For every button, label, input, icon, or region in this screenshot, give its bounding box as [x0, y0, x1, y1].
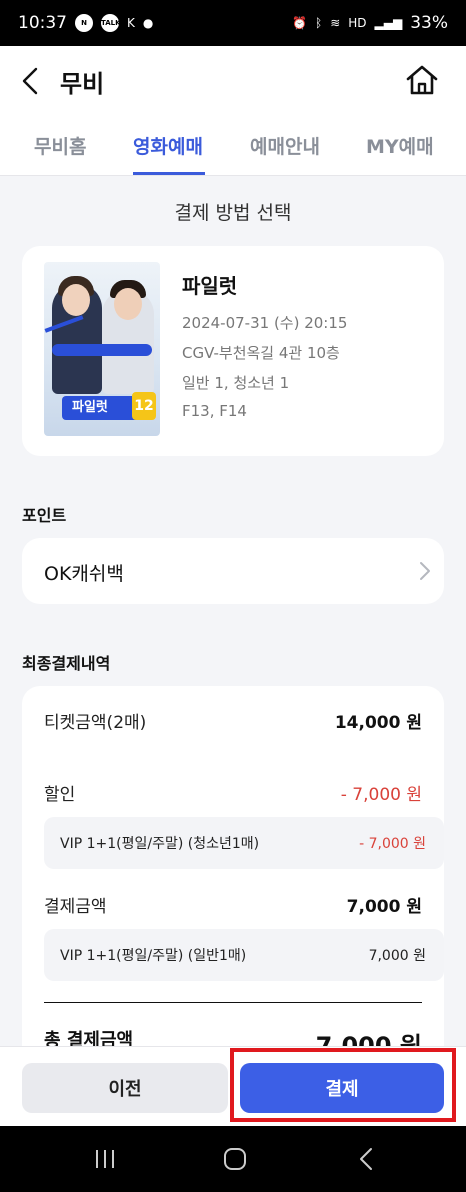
back-nav-icon[interactable] [352, 1146, 382, 1172]
ticket-amount-label: 티켓금액(2매) [44, 713, 147, 733]
pay-button-highlight [230, 1048, 456, 1122]
bluetooth-icon: ᛒ [314, 16, 323, 30]
status-time: 10:37 [18, 13, 67, 33]
discount-detail-value: - 7,000 원 [359, 836, 426, 852]
app-header: 무비 [0, 46, 466, 116]
poster-logo: 파일럿 [62, 396, 142, 420]
payment-summary-heading: 최종결제내역 [22, 654, 111, 673]
alarm-icon: ⏰ [292, 16, 307, 30]
hd-voice-icon: HD [348, 16, 367, 30]
tab-movie-booking[interactable]: 영화예매 [133, 132, 203, 159]
chevron-left-icon[interactable] [18, 66, 42, 96]
battery-percent: 33% [410, 13, 448, 33]
system-navigation-bar [0, 1126, 466, 1192]
home-icon[interactable] [404, 62, 440, 98]
movie-title: 파일럿 [182, 274, 238, 298]
active-tab-indicator [133, 172, 205, 175]
movie-audience: 일반 1, 청소년 1 [182, 374, 290, 392]
payment-summary-card: 티켓금액(2매) 14,000 원 할인 - 7,000 원 VIP 1+1(평… [22, 686, 444, 1086]
page-title: 결제 방법 선택 [174, 202, 292, 224]
dot-icon: ● [142, 16, 154, 30]
ok-cashbag-item[interactable]: OK캐쉬백 [22, 538, 444, 604]
talk-chip-icon: TALK [101, 14, 121, 32]
points-heading: 포인트 [22, 506, 67, 525]
movie-datetime: 2024-07-31 (수) 20:15 [182, 314, 348, 332]
wifi-icon: ≋ [330, 16, 341, 30]
chevron-right-icon [420, 562, 430, 580]
movie-theater: CGV-부천옥길 4관 10층 [182, 344, 340, 362]
payment-amount-value: 7,000 원 [346, 897, 422, 917]
ok-cashbag-label: OK캐쉬백 [44, 563, 124, 585]
page-header-title: 무비 [60, 70, 105, 98]
movie-info-card: 파일럿 12 파일럿 2024-07-31 (수) 20:15 CGV-부천옥길… [22, 246, 444, 456]
recent-apps-icon[interactable] [90, 1146, 120, 1172]
tab-booking-guide[interactable]: 예매안내 [250, 132, 320, 159]
summary-divider [44, 1002, 422, 1003]
payment-detail-value: 7,000 원 [368, 948, 426, 964]
ticket-amount-value: 14,000 원 [334, 713, 422, 733]
status-bar: 10:37 N TALK K ● ⏰ ᛒ ≋ HD ▂▄▆ 33% [0, 0, 466, 46]
discount-detail-label: VIP 1+1(평일/주말) (청소년1매) [60, 836, 260, 852]
payment-detail-label: VIP 1+1(평일/주말) (일반1매) [60, 948, 247, 964]
discount-label: 할인 [44, 785, 76, 805]
movie-poster: 파일럿 12 [44, 262, 160, 436]
k-icon: K [127, 16, 135, 30]
signal-icon: ▂▄▆ [374, 16, 403, 30]
tab-movie-home[interactable]: 무비홈 [34, 132, 86, 159]
payment-amount-row: 결제금액 7,000 원 [44, 892, 422, 917]
home-nav-icon[interactable] [220, 1146, 250, 1172]
ticket-amount-row: 티켓금액(2매) 14,000 원 [44, 708, 422, 733]
notification-chip-icon: N [75, 14, 93, 32]
discount-row: 할인 - 7,000 원 [44, 780, 422, 805]
previous-button[interactable]: 이전 [22, 1063, 228, 1113]
age-rating-badge: 12 [132, 392, 156, 420]
tab-bar: 무비홈 영화예매 예매안내 MY예매 [0, 116, 466, 176]
discount-value: - 7,000 원 [340, 785, 422, 805]
movie-seats: F13, F14 [182, 402, 247, 420]
discount-detail-row: VIP 1+1(평일/주말) (청소년1매) - 7,000 원 [44, 817, 444, 869]
payment-detail-row: VIP 1+1(평일/주말) (일반1매) 7,000 원 [44, 929, 444, 981]
tab-my-booking[interactable]: MY예매 [366, 132, 434, 159]
payment-amount-label: 결제금액 [44, 897, 107, 917]
